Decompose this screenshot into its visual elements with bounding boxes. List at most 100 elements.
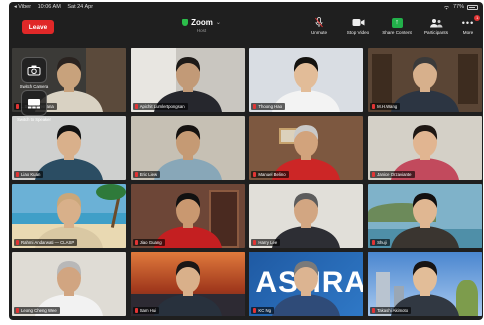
toolbar-actions: Unmute Stop Video ↑ Share Content Partic… bbox=[301, 15, 481, 35]
muted-mic-icon bbox=[253, 104, 257, 109]
meeting-title-block[interactable]: Zoom ⌄ Host bbox=[169, 18, 234, 33]
participant-name: Takashi Akimoto bbox=[377, 308, 409, 313]
participant-name: Liao Kuan bbox=[21, 172, 41, 177]
leave-button[interactable]: Leave bbox=[22, 20, 54, 34]
share-content-label: Share Content bbox=[382, 30, 412, 35]
microphone-muted-icon bbox=[315, 17, 323, 28]
more-label: More bbox=[462, 30, 474, 35]
participant-name-tag: Takashi Akimoto bbox=[370, 307, 412, 314]
participant-name: KC Ng bbox=[258, 308, 272, 313]
shirt bbox=[391, 226, 460, 248]
shirt bbox=[272, 226, 341, 248]
participant-name-tag: Jiao Guang bbox=[132, 239, 165, 246]
participant-tile[interactable]: Liao Kuan bbox=[12, 116, 126, 180]
status-bar: ◂ Viber 10:06 AM Sat 24 Apr 77% bbox=[9, 2, 483, 13]
status-time: 10:06 AM bbox=[37, 4, 61, 10]
stop-video-label: Stop Video bbox=[346, 30, 370, 35]
participant-tile[interactable]: Shuji bbox=[368, 184, 483, 248]
stop-video-button[interactable]: Stop Video bbox=[340, 17, 376, 35]
status-right: 77% bbox=[443, 4, 478, 10]
tablet-screen: ◂ Viber 10:06 AM Sat 24 Apr 77% Leave Zo… bbox=[9, 2, 483, 320]
participant-name: Rahmi Andarwati — CLASP bbox=[21, 240, 75, 245]
participant-name-tag: Janice Orzaviante bbox=[370, 171, 415, 178]
status-left: ◂ Viber 10:06 AM Sat 24 Apr bbox=[14, 4, 98, 10]
participant-name-tag: M.H.Wang bbox=[370, 103, 401, 110]
muted-mic-icon bbox=[134, 104, 138, 109]
camera-switch-icon bbox=[27, 65, 41, 75]
more-notification-badge: 1 bbox=[474, 15, 481, 21]
muted-mic-icon bbox=[134, 172, 138, 177]
participant-tile[interactable]: Janice Orzaviante bbox=[368, 116, 483, 180]
battery-percent: 77% bbox=[452, 4, 464, 10]
participant-tile[interactable]: Thoong Hao bbox=[249, 48, 364, 112]
shirt bbox=[35, 158, 103, 180]
battery-icon bbox=[467, 4, 478, 10]
switch-camera-label: Switch Camera bbox=[19, 84, 49, 89]
share-arrow-icon: ↑ bbox=[391, 17, 403, 28]
participant-name-tag: Apichit Lumlertpongsan bbox=[132, 103, 188, 110]
muted-mic-icon bbox=[253, 308, 257, 313]
participant-name-tag: Thoong Hao bbox=[251, 103, 286, 110]
switch-to-speaker-button[interactable] bbox=[21, 90, 47, 116]
video-camera-icon bbox=[352, 19, 364, 26]
muted-mic-icon bbox=[372, 104, 376, 109]
participant-name-tag: Shuji bbox=[370, 239, 390, 246]
more-dots-icon: ••• bbox=[461, 17, 475, 28]
participant-tile[interactable]: Jiao Guang bbox=[130, 184, 245, 248]
participant-tile[interactable]: Takashi Akimoto bbox=[368, 252, 483, 316]
participant-tile[interactable]: Eric Liew bbox=[130, 116, 245, 180]
muted-mic-icon bbox=[134, 240, 138, 245]
more-button[interactable]: ••• 1 More bbox=[457, 15, 481, 35]
participant-name-tag: KC Ng bbox=[251, 307, 275, 314]
shirt bbox=[153, 158, 222, 180]
wifi-icon bbox=[443, 5, 449, 9]
share-content-button[interactable]: ↑ Share Content bbox=[379, 17, 415, 35]
status-date: Sat 24 Apr bbox=[67, 4, 94, 10]
muted-mic-icon bbox=[16, 104, 19, 109]
participant-name-tag: Harry Lee bbox=[251, 239, 281, 246]
back-to-app-link[interactable]: ◂ Viber bbox=[14, 4, 31, 10]
participant-name-tag: Rahmi Andarwati — CLASP bbox=[14, 239, 78, 246]
participant-name: Thoong Hao bbox=[258, 104, 283, 109]
shirt bbox=[272, 294, 341, 316]
meeting-toolbar: Leave Zoom ⌄ Host Unmute Stop Video ↑ Sh… bbox=[9, 13, 483, 46]
encryption-shield-icon bbox=[182, 19, 189, 26]
switch-camera-button[interactable] bbox=[21, 57, 47, 83]
participant-name: Manuel Belino bbox=[258, 172, 286, 177]
switch-to-speaker-label: Switch to Speaker bbox=[17, 117, 51, 122]
unmute-button[interactable]: Unmute bbox=[301, 17, 337, 35]
shirt bbox=[391, 90, 460, 112]
speaker-view-icon bbox=[28, 98, 40, 108]
participant-name: Eric Liew bbox=[139, 172, 158, 177]
muted-mic-icon bbox=[253, 240, 257, 245]
participant-tile[interactable]: Sam Hui bbox=[130, 252, 245, 316]
participant-name: Apichit Lumlertpongsan bbox=[139, 104, 185, 109]
participant-tile[interactable]: Leong Cheng Wee bbox=[12, 252, 126, 316]
participant-name-tag: Manuel Belino bbox=[251, 171, 289, 178]
participant-name-tag: Sam Hui bbox=[132, 307, 160, 314]
participant-name: M.H.Wang bbox=[377, 104, 398, 109]
participant-tile[interactable]: M.H.Wang bbox=[368, 48, 483, 112]
participant-name-tag: Eric Liew bbox=[132, 171, 161, 178]
participant-tile[interactable]: Apichit Lumlertpongsan bbox=[130, 48, 245, 112]
muted-mic-icon bbox=[372, 240, 376, 245]
participant-tile[interactable]: Harry Lee bbox=[249, 184, 364, 248]
participant-name: Leong Cheng Wee bbox=[21, 308, 57, 313]
gallery-grid: ...ttabal PremanaApichit LumlertpongsanT… bbox=[12, 48, 483, 319]
participants-button[interactable]: Participants bbox=[418, 17, 454, 35]
chevron-down-icon: ⌄ bbox=[215, 20, 221, 26]
muted-mic-icon bbox=[253, 172, 257, 177]
participant-name-tag: Liao Kuan bbox=[14, 171, 44, 178]
unmute-label: Unmute bbox=[310, 30, 328, 35]
muted-mic-icon bbox=[134, 308, 138, 313]
meeting-title: Zoom bbox=[191, 18, 213, 27]
participant-name-tag: Leong Cheng Wee bbox=[14, 307, 60, 314]
participants-icon bbox=[430, 18, 443, 27]
muted-mic-icon bbox=[16, 308, 19, 313]
participant-tile[interactable]: ASHRAEKC Ng bbox=[249, 252, 364, 316]
participant-tile[interactable]: Manuel Belino bbox=[249, 116, 364, 180]
shirt bbox=[153, 294, 222, 316]
muted-mic-icon bbox=[16, 172, 19, 177]
participant-tile[interactable]: Rahmi Andarwati — CLASP bbox=[12, 184, 126, 248]
participant-name: Shuji bbox=[377, 240, 387, 245]
